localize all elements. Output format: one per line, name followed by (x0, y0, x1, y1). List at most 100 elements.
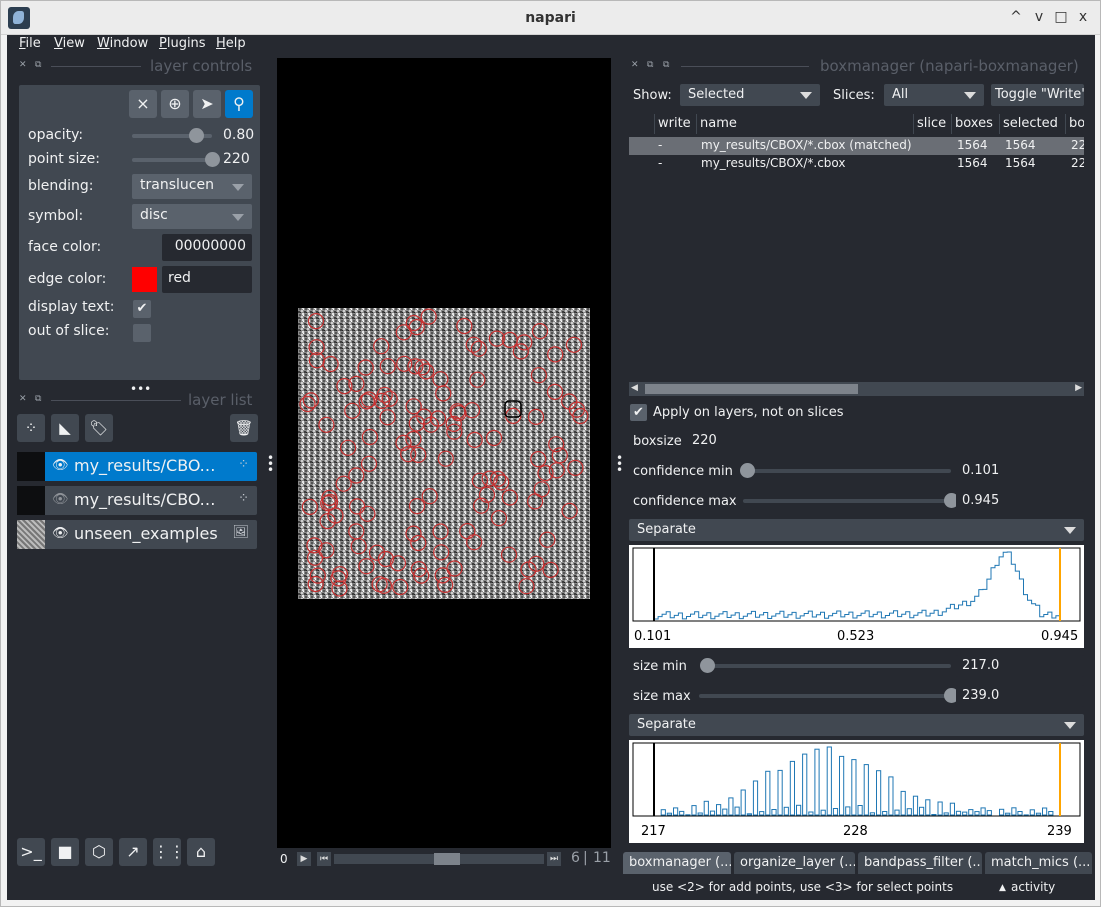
slices-dropdown[interactable]: All (884, 84, 984, 106)
edge-color-swatch[interactable] (132, 267, 157, 292)
transpose-button[interactable]: ↗ (119, 838, 147, 866)
splitter-handle-icon[interactable]: ••• (130, 382, 151, 396)
layer-row-image[interactable]: 👁 unseen_examples 🖼 (17, 520, 257, 549)
out-of-slice-checkbox[interactable] (133, 324, 151, 342)
edge-color-field[interactable]: red (162, 266, 252, 293)
scrollbar-handle[interactable] (645, 384, 858, 394)
scroll-right-icon[interactable]: ▶ (1075, 383, 1082, 393)
eye-icon[interactable]: 👁 (52, 526, 69, 541)
confidence-mode-dropdown[interactable]: Separate (629, 519, 1084, 541)
histogram-bar (882, 811, 888, 816)
select-points-button[interactable]: ➤ (193, 90, 221, 118)
dock-close-icon[interactable]: ✕ (631, 60, 639, 70)
boxmanager-table: write name slice boxes selected bo - my_… (629, 114, 1084, 379)
ndisplay-button[interactable]: ■ (51, 838, 79, 866)
symbol-dropdown[interactable]: disc (132, 204, 252, 229)
histogram-bar (851, 759, 857, 816)
dock-title-divider (681, 66, 809, 67)
size-min-slider-handle[interactable] (700, 658, 715, 673)
point-size-slider[interactable] (132, 158, 212, 162)
menu-file[interactable]: File (19, 36, 41, 51)
dock-float-icon[interactable]: ⧉ (647, 60, 653, 70)
menu-plugins[interactable]: Plugins (159, 36, 206, 51)
minimize-window-button[interactable]: v (1030, 9, 1048, 25)
confidence-min-field[interactable]: 0.101 (956, 460, 1084, 482)
layer-row-matched[interactable]: 👁 my_results/CBOX/*.cbox (matched) ⁘ (17, 452, 257, 481)
tab-match-mics[interactable]: match_mics (... (985, 852, 1092, 874)
opacity-slider-handle[interactable] (189, 128, 204, 143)
dock-float-icon[interactable]: ⧉ (35, 60, 41, 70)
blending-dropdown[interactable]: translucen (132, 174, 252, 199)
confidence-min-slider-handle[interactable] (740, 463, 755, 478)
scroll-left-icon[interactable]: ◀ (631, 383, 638, 393)
tab-bandpass-filter[interactable]: bandpass_filter (... (858, 852, 982, 874)
collapse-window-button[interactable]: ^ (1007, 9, 1025, 25)
histogram-bar (703, 800, 709, 816)
histogram-bar (740, 789, 746, 816)
dims-slider-handle[interactable] (434, 853, 460, 865)
new-shapes-layer-button[interactable]: ◣ (51, 414, 79, 442)
table-horizontal-scrollbar[interactable]: ◀ ▶ (629, 382, 1084, 396)
dock-close-icon[interactable]: ✕ (19, 394, 27, 404)
tab-organize-layer[interactable]: organize_layer (... (734, 852, 855, 874)
layer-thumbnail (17, 486, 45, 515)
add-points-button[interactable]: ⊕ (161, 90, 189, 118)
eye-icon[interactable]: 👁 (52, 458, 69, 473)
point-size-value: 220 (223, 151, 250, 167)
size-mode-dropdown[interactable]: Separate (629, 714, 1084, 736)
size-max-slider[interactable] (699, 694, 951, 698)
column-header-bo[interactable]: bo (1065, 114, 1084, 134)
activity-button[interactable]: activity (1011, 880, 1055, 894)
dock-float-icon[interactable]: ⧉ (35, 394, 41, 404)
delete-layer-button[interactable]: 🗑 (230, 414, 258, 442)
apply-on-layers-checkbox[interactable]: ✔ (630, 404, 647, 421)
toggle-write-button[interactable]: Toggle "Write" (991, 84, 1084, 106)
column-header-name[interactable]: name (696, 114, 913, 134)
boxsize-field[interactable]: 220 (686, 430, 1084, 452)
menu-view[interactable]: View (54, 36, 85, 51)
confidence-max-field[interactable]: 0.945 (956, 490, 1084, 512)
menu-help[interactable]: Help (216, 36, 246, 51)
play-icon[interactable]: ▶ (297, 852, 311, 866)
grid-view-button[interactable]: ⋮⋮ (153, 838, 185, 866)
chevron-up-icon[interactable]: ▲ (999, 883, 1006, 893)
tab-boxmanager[interactable]: boxmanager (... (623, 852, 731, 874)
size-max-field[interactable]: 239.0 (956, 685, 1084, 707)
size-min-slider[interactable] (707, 664, 951, 668)
splitter-handle-icon[interactable]: ••• (267, 452, 274, 476)
roll-dims-button[interactable]: ⬡ (85, 838, 113, 866)
face-color-field[interactable]: 00000000 (162, 234, 252, 261)
confidence-min-slider[interactable] (747, 469, 951, 473)
size-min-field[interactable]: 217.0 (956, 655, 1084, 677)
menu-window[interactable]: Window (97, 36, 148, 51)
table-row[interactable]: - my_results/CBOX/*.cbox (matched) 1564 … (629, 137, 1084, 155)
pan-zoom-button[interactable]: ⚲ (225, 90, 253, 118)
console-button[interactable]: >_ (17, 838, 45, 866)
chevron-down-icon (232, 214, 244, 221)
new-points-layer-button[interactable]: ⁘ (17, 414, 45, 442)
maximize-window-button[interactable]: □ (1052, 9, 1070, 25)
eye-hidden-icon[interactable]: 👁 (52, 492, 69, 507)
step-forward-icon[interactable]: ⏭ (547, 852, 561, 866)
histogram-bar (962, 811, 968, 816)
delete-points-button[interactable]: × (129, 90, 157, 118)
show-dropdown[interactable]: Selected (680, 84, 820, 106)
dock-close-icon[interactable]: ✕ (19, 60, 27, 70)
point-size-slider-handle[interactable] (205, 152, 220, 167)
display-text-checkbox[interactable]: ✔ (133, 300, 151, 318)
viewer-canvas[interactable] (277, 58, 611, 848)
column-header[interactable] (629, 114, 654, 134)
column-header-selected[interactable]: selected (999, 114, 1065, 134)
column-header-boxes[interactable]: boxes (951, 114, 999, 134)
table-row[interactable]: - my_results/CBOX/*.cbox 1564 1564 22 (629, 155, 1084, 173)
close-window-button[interactable]: x (1074, 9, 1092, 25)
layer-row-cbox[interactable]: 👁 my_results/CBOX/*.cbox ⁘ (17, 486, 257, 515)
confidence-max-slider[interactable] (743, 499, 951, 503)
new-labels-layer-button[interactable]: 🏷 (85, 414, 113, 442)
home-button[interactable]: ⌂ (187, 838, 215, 866)
layer-name: my_results/CBOX/*.cbox (74, 490, 224, 509)
step-back-icon[interactable]: ⏮ (317, 852, 331, 866)
column-header-slice[interactable]: slice (913, 114, 951, 134)
column-header-write[interactable]: write (654, 114, 696, 134)
dock-float-icon[interactable]: ⧉ (663, 60, 669, 70)
